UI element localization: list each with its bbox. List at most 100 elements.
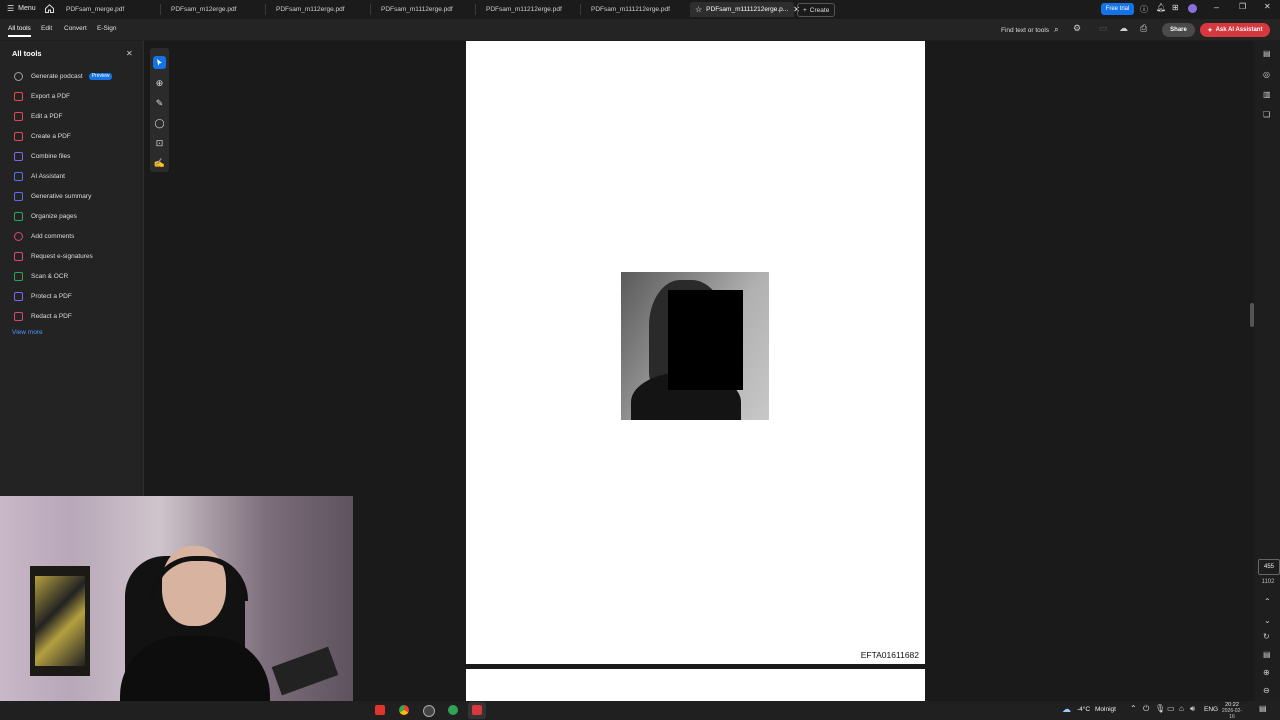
pages-panel-icon[interactable]: ❏ [1263, 110, 1270, 119]
bookmark-panel-icon[interactable]: ▥ [1263, 90, 1271, 99]
comment-panel-icon[interactable]: ▤ [1263, 49, 1271, 58]
menu-button[interactable]: ☰ Menu [7, 4, 36, 13]
menu-e-sign[interactable]: E-Sign [97, 25, 117, 32]
ai-sparkle-icon: ✦ [1207, 27, 1213, 34]
tool-label: Protect a PDF [31, 293, 72, 300]
signature-icon [14, 252, 23, 261]
chevron-up-icon[interactable]: ⌃ [1264, 597, 1271, 606]
chevron-up-tray-icon[interactable]: ⌃ [1130, 704, 1137, 713]
weather-icon[interactable]: ☁ [1062, 704, 1071, 715]
tab-file[interactable]: PDFsam_m111212erge.pdf [585, 2, 685, 17]
export-pdf-icon [14, 92, 23, 101]
tool-combine-files[interactable]: Combine files [14, 152, 70, 161]
tool-label: Redact a PDF [31, 313, 72, 320]
brave-icon[interactable] [375, 705, 385, 715]
mic-icon[interactable]: 🎙︎ [1155, 704, 1165, 713]
tab-file[interactable]: PDFsam_m11212erge.pdf [480, 2, 580, 17]
tool-edit-pdf[interactable]: Edit a PDF [14, 112, 62, 121]
tool-export-pdf[interactable]: Export a PDF [14, 92, 70, 101]
tab-file[interactable]: PDFsam_m112erge.pdf [270, 2, 370, 17]
volume-icon[interactable]: 🔊︎ [1190, 704, 1195, 714]
bell-icon[interactable]: 🔔︎ [1156, 3, 1166, 12]
tab-file[interactable]: PDFsam_m12erge.pdf [165, 2, 265, 17]
ai-tools-icon[interactable]: ⚙ [1073, 23, 1081, 34]
ai-panel-icon[interactable]: ◎ [1263, 70, 1270, 79]
clock[interactable]: 20:22 2026-02-16 [1220, 702, 1244, 720]
close-panel-icon[interactable]: ✕ [126, 49, 133, 58]
zoom-tool-button[interactable]: ⊕ [153, 77, 166, 90]
avatar[interactable] [1188, 4, 1197, 13]
find-text-tools[interactable]: Find text or tools ⌕ [1001, 25, 1059, 35]
sign-tool-button[interactable]: ✍ [153, 157, 166, 170]
poster-shape [35, 576, 85, 666]
tool-request-esignatures[interactable]: Request e-signatures [14, 252, 93, 261]
network-icon[interactable]: ⌂ [1179, 704, 1184, 713]
language-indicator[interactable]: ENG [1204, 706, 1218, 713]
tool-label: Create a PDF [31, 133, 71, 140]
tool-generative-summary[interactable]: Generative summary [14, 192, 91, 201]
search-icon: ⌕ [1054, 25, 1059, 34]
scan-icon [14, 272, 23, 281]
star-icon[interactable]: ☆ [690, 5, 702, 14]
tool-label: Generative summary [31, 193, 92, 200]
generative-summary-icon [14, 192, 23, 201]
zoom-out-icon[interactable]: ⊖ [1263, 686, 1270, 695]
select-tool-button[interactable] [153, 56, 166, 69]
help-icon[interactable]: ⓘ [1140, 4, 1148, 15]
share-button[interactable]: Share [1162, 23, 1195, 37]
tool-organize-pages[interactable]: Organize pages [14, 212, 77, 221]
close-window-icon[interactable]: ✕ [1264, 2, 1271, 11]
tab-active-file[interactable]: ☆ PDFsam_m1111212erge.p... ✕ [690, 2, 800, 17]
display-icon[interactable]: ▭ [1167, 704, 1175, 713]
notifications-icon[interactable]: ▤ [1259, 704, 1267, 713]
menu-edit[interactable]: Edit [41, 25, 52, 32]
free-trial-button[interactable]: Free trial [1101, 3, 1134, 15]
pdf-next-page[interactable] [466, 669, 925, 701]
tool-scan-ocr[interactable]: Scan & OCR [14, 272, 68, 281]
tool-create-pdf[interactable]: Create a PDF [14, 132, 71, 141]
print-icon[interactable]: ⎙ [1140, 23, 1147, 34]
ask-ai-label: Ask AI Assistant [1215, 27, 1263, 33]
hamburger-icon: ☰ [7, 4, 15, 13]
tool-label: Export a PDF [31, 93, 71, 100]
menu-all-tools[interactable]: All tools [8, 25, 31, 37]
tab-file[interactable]: PDFsam_m1112erge.pdf [375, 2, 475, 17]
text-box-tool-button[interactable]: ⊡ [153, 137, 166, 150]
acrobat-taskbar-button[interactable] [468, 702, 486, 719]
pdf-page[interactable]: EFTA01611682 [466, 41, 925, 664]
create-tab-button[interactable]: + Create [797, 3, 836, 17]
tray-icon[interactable]: ⏻ [1143, 704, 1149, 714]
chrome-icon[interactable] [399, 705, 409, 715]
zoom-in-icon[interactable]: ⊕ [1263, 668, 1270, 677]
tool-label: Organize pages [31, 213, 77, 220]
tool-add-comments[interactable]: Add comments [14, 232, 74, 241]
page-number-input[interactable]: 455 [1258, 559, 1280, 575]
pen-tool-button[interactable]: ✎ [153, 97, 166, 110]
ask-ai-assistant-button[interactable]: ✦ Ask AI Assistant [1200, 23, 1270, 37]
rotate-icon[interactable]: ↻ [1263, 632, 1270, 641]
tab-file[interactable]: PDFsam_merge.pdf [60, 2, 160, 17]
lasso-tool-button[interactable]: ◯ [153, 117, 166, 130]
redacted-photo [621, 272, 769, 420]
green-app-icon[interactable] [448, 705, 458, 715]
page-footer-code: EFTA01611682 [860, 650, 919, 660]
tool-redact-pdf[interactable]: Redact a PDF [14, 312, 72, 321]
chevron-down-icon[interactable]: ⌄ [1264, 616, 1271, 625]
tool-protect-pdf[interactable]: Protect a PDF [14, 292, 72, 301]
pen-icon: ✎ [155, 98, 164, 108]
scrollbar-thumb[interactable] [1250, 303, 1254, 327]
apps-grid-icon[interactable]: ⊞ [1172, 3, 1179, 12]
view-more-link[interactable]: View more [12, 329, 43, 336]
right-rail: ▤ ◎ ▥ ❏ 455 1102 ⌃ ⌄ ↻ ▤ ⊕ ⊖ [1250, 41, 1280, 701]
acrobat-icon [472, 705, 482, 715]
app-icon[interactable] [423, 705, 435, 717]
home-icon[interactable] [44, 3, 55, 14]
text-box-icon: ⊡ [155, 138, 164, 148]
menu-convert[interactable]: Convert [64, 25, 87, 32]
upload-cloud-icon[interactable]: ☁ [1119, 23, 1128, 34]
tool-generate-podcast[interactable]: Generate podcast Preview [14, 72, 113, 81]
page-view-icon[interactable]: ▤ [1263, 650, 1271, 659]
minimize-icon[interactable]: – [1214, 2, 1219, 12]
tool-ai-assistant[interactable]: AI Assistant [14, 172, 65, 181]
restore-icon[interactable]: ❐ [1239, 2, 1246, 11]
